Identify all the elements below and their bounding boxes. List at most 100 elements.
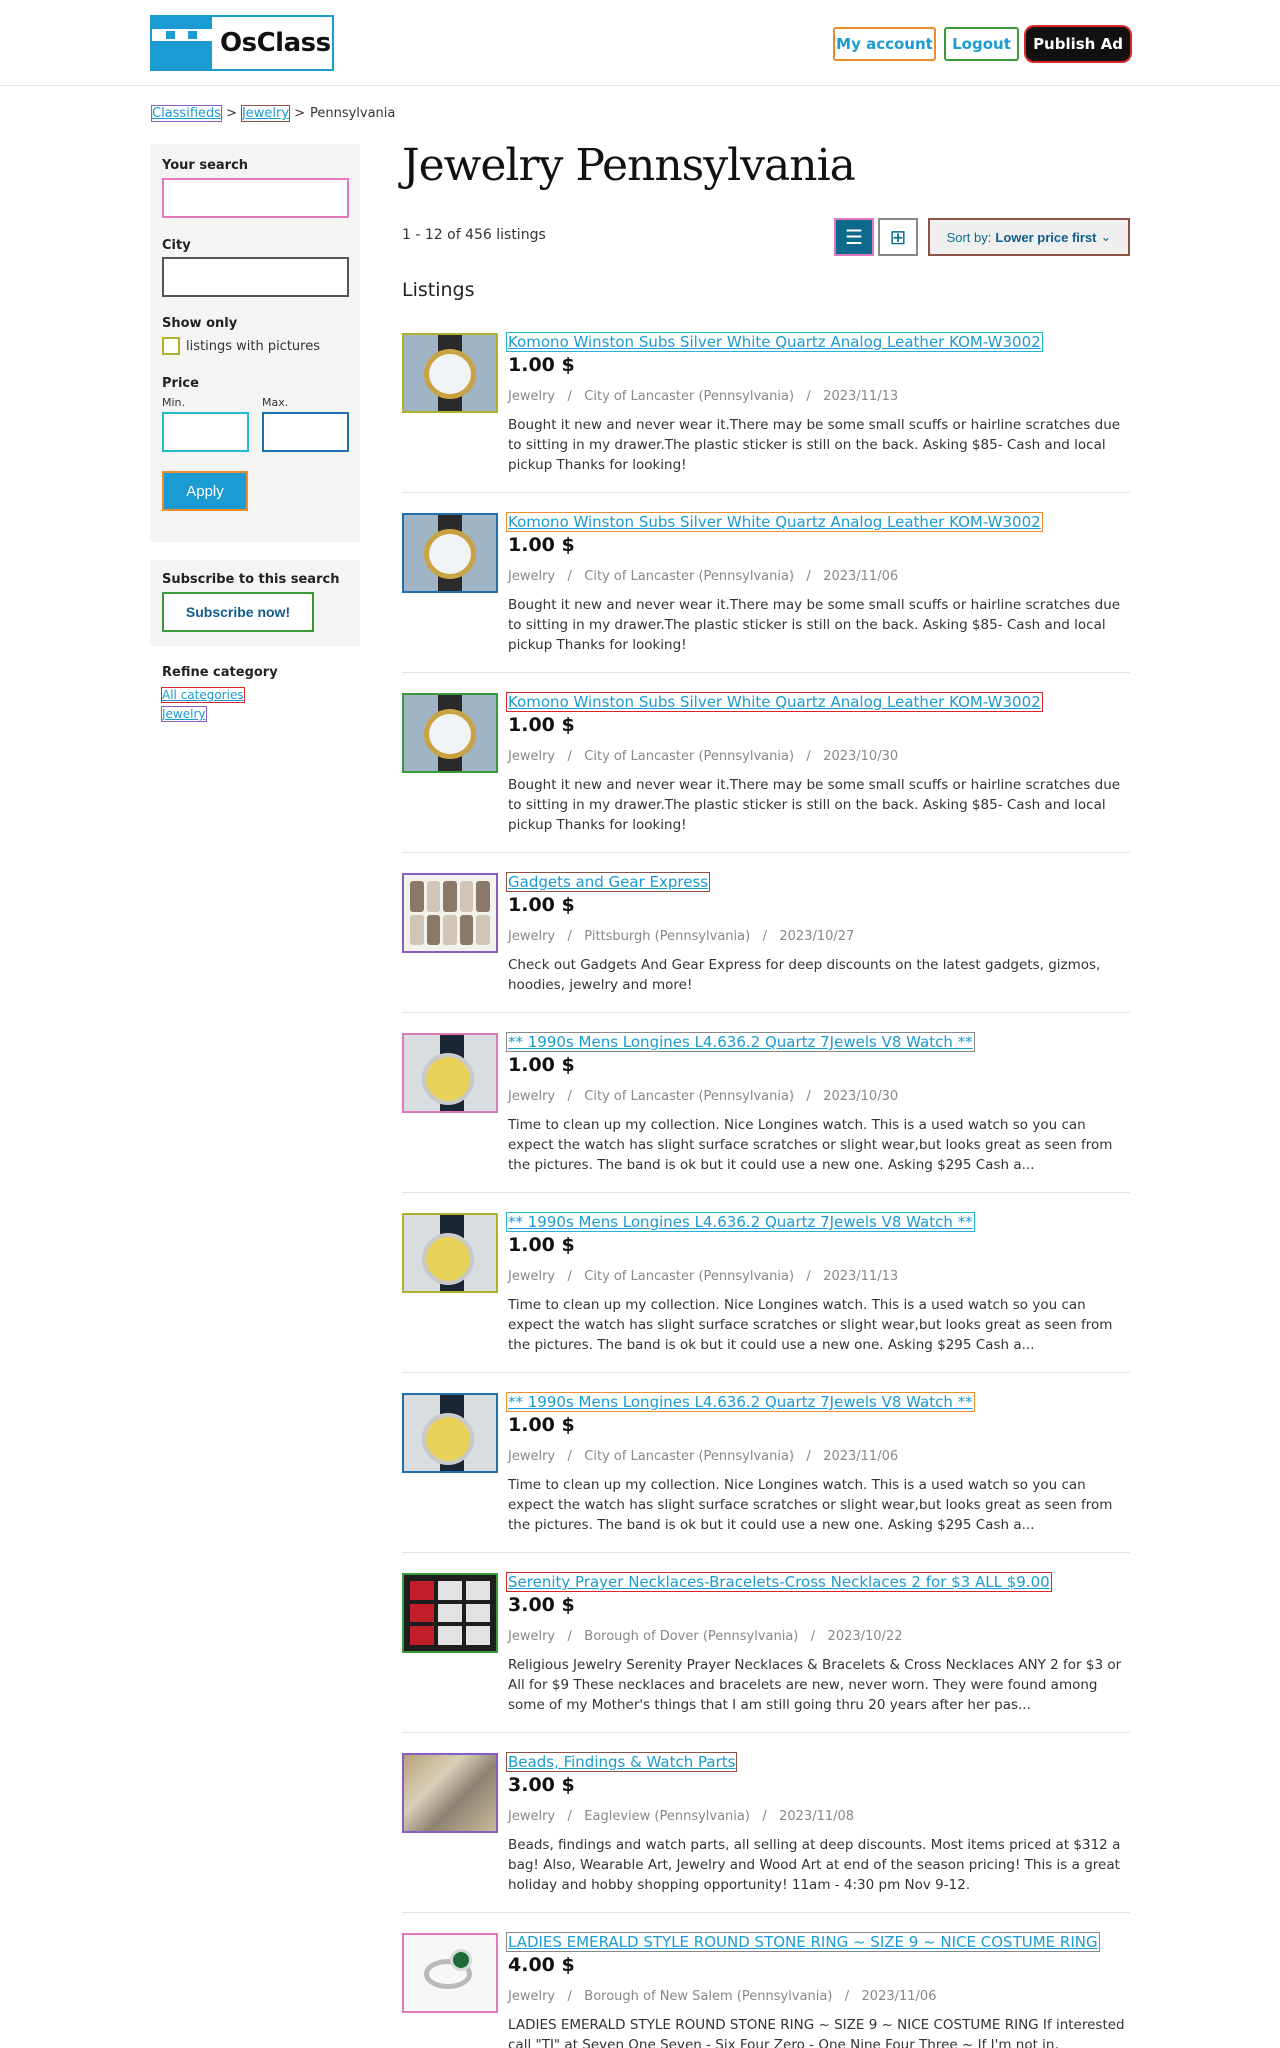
- sort-prefix: Sort by:: [946, 229, 992, 245]
- grid-view-button[interactable]: ⊞: [878, 218, 918, 256]
- checkbox-box[interactable]: [162, 337, 180, 355]
- breadcrumb-classifieds[interactable]: Classifieds: [150, 105, 223, 122]
- subscribe-title: Subscribe to this search: [162, 572, 340, 587]
- listing-image: [404, 695, 496, 771]
- site-logo[interactable]: OsClass: [150, 15, 334, 71]
- listing-thumbnail[interactable]: [402, 1933, 498, 2013]
- listing-title-link[interactable]: ** 1990s Mens Longines L4.636.2 Quartz 7…: [506, 1032, 975, 1052]
- my-account-link[interactable]: My account: [833, 27, 936, 61]
- listing-description: Time to clean up my collection. Nice Lon…: [508, 1117, 1113, 1173]
- pictures-only-checkbox[interactable]: listings with pictures: [162, 337, 320, 355]
- show-only-label: Show only: [162, 316, 238, 331]
- listing-title-link[interactable]: Gadgets and Gear Express: [505, 872, 711, 892]
- listing-thumbnail[interactable]: [402, 693, 498, 773]
- price-label: Price: [162, 376, 199, 391]
- breadcrumb: Classifieds > Jewelry > Pennsylvania: [150, 105, 396, 122]
- listing-price: 4.00 $: [508, 1954, 575, 1976]
- listing-image: [404, 1755, 496, 1831]
- listing-item: Serenity Prayer Necklaces-Bracelets-Cros…: [402, 1572, 1130, 1733]
- city-input[interactable]: [162, 257, 349, 297]
- listing-title-link[interactable]: ** 1990s Mens Longines L4.636.2 Quartz 7…: [506, 1392, 975, 1412]
- breadcrumb-jewelry[interactable]: Jewelry: [240, 105, 291, 122]
- listing-image: [404, 875, 496, 951]
- listing-description: Time to clean up my collection. Nice Lon…: [508, 1297, 1113, 1353]
- listing-price: 1.00 $: [508, 1054, 575, 1076]
- listing-thumbnail[interactable]: [402, 1573, 498, 1653]
- chevron-down-icon: ⌄: [1100, 229, 1112, 244]
- listing-image: [404, 1035, 496, 1111]
- refine-category: Refine category All categories Jewelry: [161, 665, 278, 722]
- listing-title-link[interactable]: Beads, Findings & Watch Parts: [505, 1752, 738, 1772]
- listing-image: [404, 1575, 496, 1651]
- listing-meta: Jewelry / City of Lancaster (Pennsylvani…: [508, 749, 899, 764]
- logout-link[interactable]: Logout: [944, 27, 1019, 61]
- listing-price: 1.00 $: [508, 894, 575, 916]
- sort-value: Lower price first: [995, 229, 1097, 245]
- listing-thumbnail[interactable]: [402, 333, 498, 413]
- listing-title-link[interactable]: Komono Winston Subs Silver White Quartz …: [506, 692, 1043, 712]
- listing-price: 1.00 $: [508, 534, 575, 556]
- listing-description: LADIES EMERALD STYLE ROUND STONE RING ~ …: [508, 2017, 1125, 2048]
- list-icon: ☰: [845, 226, 863, 249]
- subscribe-box: Subscribe to this search Subscribe now!: [150, 560, 360, 646]
- breadcrumb-separator: >: [226, 106, 237, 121]
- listing-meta: Jewelry / Borough of New Salem (Pennsylv…: [508, 1989, 937, 2004]
- min-price-label: Min.: [162, 396, 186, 409]
- listing-title-link[interactable]: ** 1990s Mens Longines L4.636.2 Quartz 7…: [506, 1212, 975, 1232]
- listing-item: LADIES EMERALD STYLE ROUND STONE RING ~ …: [402, 1932, 1130, 2048]
- listing-title-link[interactable]: Komono Winston Subs Silver White Quartz …: [506, 512, 1043, 532]
- logo-text: OsClass: [220, 28, 331, 58]
- listing-price: 3.00 $: [508, 1774, 575, 1796]
- listing-thumbnail[interactable]: [402, 873, 498, 953]
- listing-description: Religious Jewelry Serenity Prayer Neckla…: [508, 1657, 1122, 1713]
- listing-image: [404, 335, 496, 411]
- listing-thumbnail[interactable]: [402, 1393, 498, 1473]
- listing-description: Bought it new and never wear it.There ma…: [508, 597, 1121, 653]
- min-price-input[interactable]: [162, 412, 249, 452]
- listing-item: ** 1990s Mens Longines L4.636.2 Quartz 7…: [402, 1032, 1130, 1193]
- listing-title-link[interactable]: LADIES EMERALD STYLE ROUND STONE RING ~ …: [506, 1932, 1100, 1952]
- breadcrumb-separator: >: [294, 106, 305, 121]
- listing-meta: Jewelry / Pittsburgh (Pennsylvania) / 20…: [508, 929, 855, 944]
- subscribe-button[interactable]: Subscribe now!: [162, 592, 314, 632]
- listing-price: 1.00 $: [508, 1234, 575, 1256]
- refine-jewelry[interactable]: Jewelry: [161, 706, 207, 722]
- listing-description: Bought it new and never wear it.There ma…: [508, 417, 1121, 473]
- listing-title-link[interactable]: Komono Winston Subs Silver White Quartz …: [506, 332, 1043, 352]
- refine-all-categories[interactable]: All categories: [161, 687, 245, 703]
- listing-meta: Jewelry / Borough of Dover (Pennsylvania…: [508, 1629, 903, 1644]
- listing-price: 1.00 $: [508, 1414, 575, 1436]
- listing-item: Komono Winston Subs Silver White Quartz …: [402, 332, 1130, 493]
- listing-price: 3.00 $: [508, 1594, 575, 1616]
- search-sidebar: Your search City Show only listings with…: [150, 144, 360, 542]
- page-title: Jewelry Pennsylvania: [402, 140, 856, 191]
- listing-description: Check out Gadgets And Gear Express for d…: [508, 957, 1101, 993]
- refine-title: Refine category: [162, 665, 278, 680]
- listing-image: [404, 1215, 496, 1291]
- listings-heading: Listings: [402, 279, 475, 301]
- breadcrumb-current: Pennsylvania: [309, 106, 396, 121]
- listing-thumbnail[interactable]: [402, 513, 498, 593]
- listing-meta: Jewelry / City of Lancaster (Pennsylvani…: [508, 389, 899, 404]
- listing-description: Bought it new and never wear it.There ma…: [508, 777, 1121, 833]
- search-label: Your search: [162, 158, 249, 173]
- max-price-input[interactable]: [262, 412, 349, 452]
- listing-thumbnail[interactable]: [402, 1213, 498, 1293]
- listing-meta: Jewelry / City of Lancaster (Pennsylvani…: [508, 1449, 899, 1464]
- list-view-button[interactable]: ☰: [834, 218, 874, 256]
- listing-item: Komono Winston Subs Silver White Quartz …: [402, 692, 1130, 853]
- city-label: City: [162, 238, 191, 253]
- listing-meta: Jewelry / City of Lancaster (Pennsylvani…: [508, 1269, 899, 1284]
- sort-dropdown[interactable]: Sort by: Lower price first ⌄: [928, 218, 1130, 256]
- logo-icon: [152, 17, 212, 69]
- listing-image: [404, 515, 496, 591]
- listing-price: 1.00 $: [508, 714, 575, 736]
- search-input[interactable]: [162, 178, 349, 218]
- publish-ad-button[interactable]: Publish Ad: [1026, 27, 1130, 61]
- listing-thumbnail[interactable]: [402, 1033, 498, 1113]
- grid-icon: ⊞: [889, 226, 907, 249]
- listing-thumbnail[interactable]: [402, 1753, 498, 1833]
- listing-title-link[interactable]: Serenity Prayer Necklaces-Bracelets-Cros…: [506, 1572, 1052, 1592]
- listing-image: [404, 1395, 496, 1471]
- apply-button[interactable]: Apply: [162, 471, 248, 511]
